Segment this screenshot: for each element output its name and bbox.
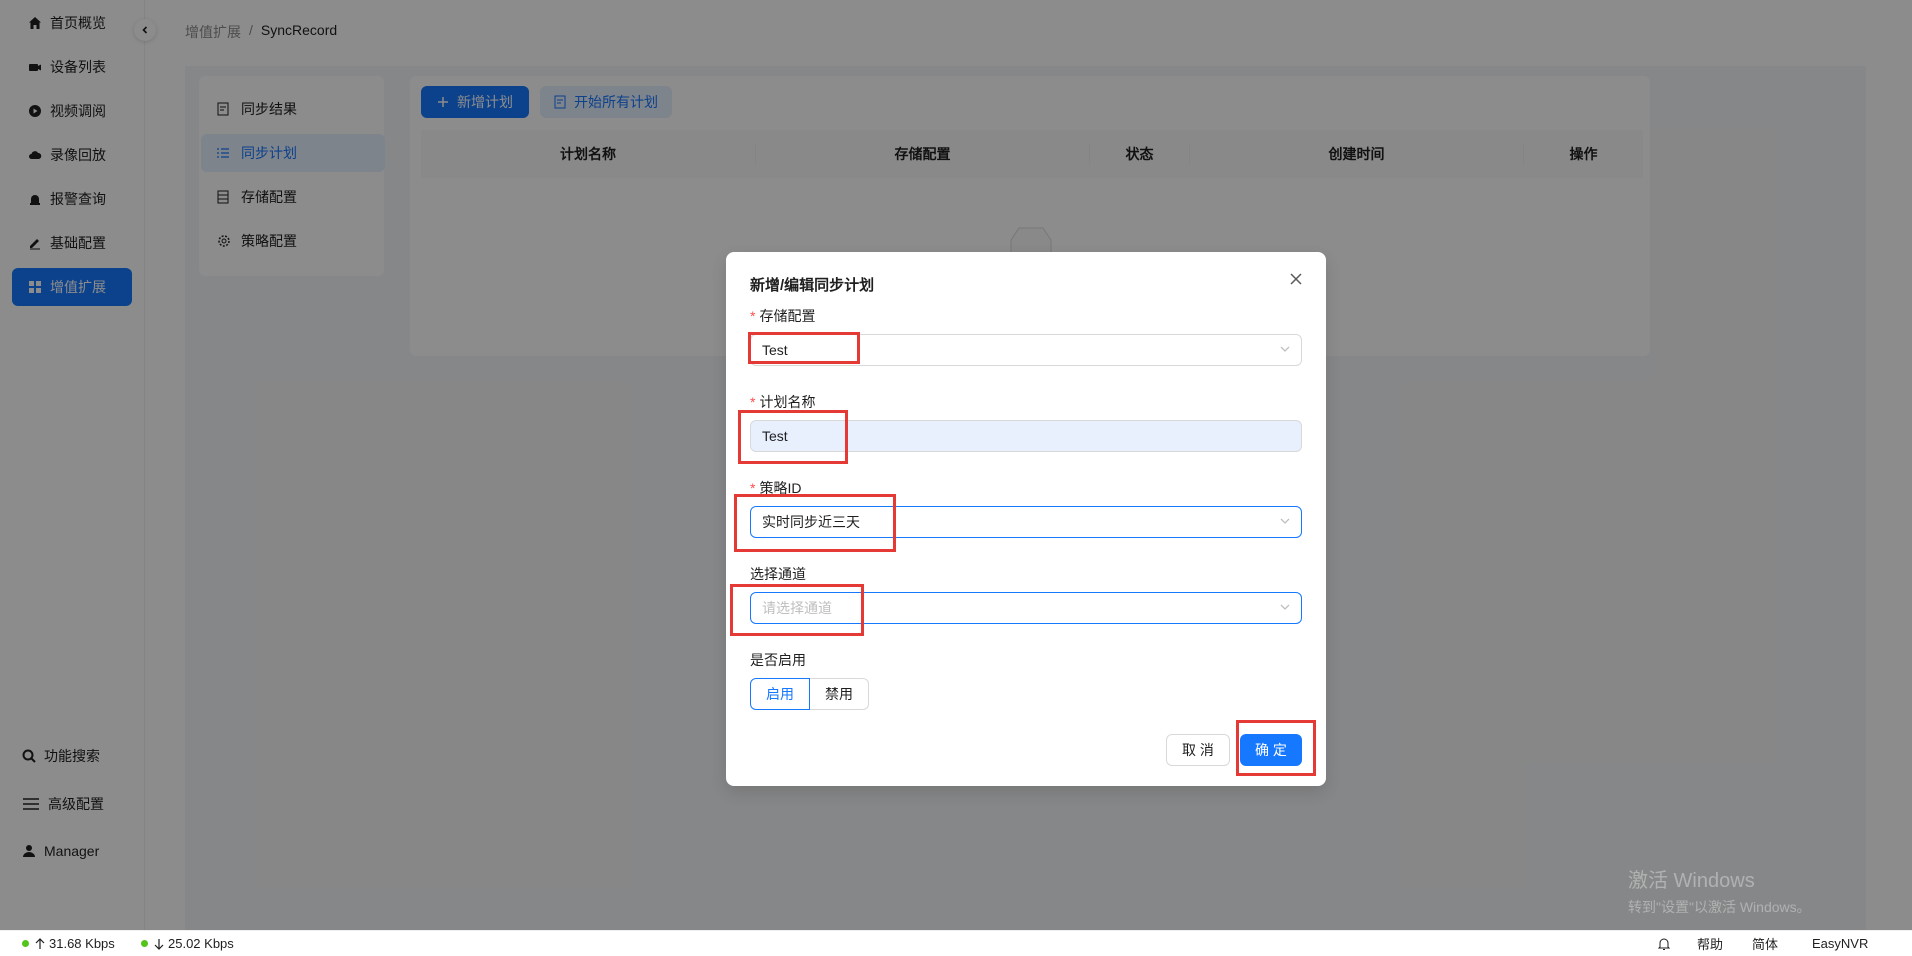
- annotation-box: [738, 410, 848, 464]
- enable-toggle: 启用 禁用: [750, 678, 869, 710]
- chevron-down-icon: [1279, 515, 1291, 527]
- close-button[interactable]: [1286, 270, 1306, 290]
- storage-config-label: * 存储配置: [750, 308, 816, 324]
- status-dot: [22, 940, 29, 947]
- status-dot: [141, 940, 148, 947]
- notification-bell[interactable]: [1658, 937, 1670, 951]
- channel-label: 选择通道: [750, 566, 806, 582]
- annotation-box: [734, 494, 896, 552]
- product-name: EasyNVR: [1812, 936, 1869, 951]
- enable-option[interactable]: 启用: [750, 678, 810, 710]
- disable-option[interactable]: 禁用: [810, 678, 869, 710]
- annotation-box: [730, 584, 864, 636]
- download-speed: 25.02 Kbps: [141, 936, 234, 951]
- dialog-title: 新增/编辑同步计划: [750, 277, 875, 294]
- close-icon: [1289, 272, 1303, 289]
- chevron-down-icon: [1279, 343, 1291, 355]
- language-switch[interactable]: 简体: [1752, 934, 1778, 953]
- status-bar: 31.68 Kbps 25.02 Kbps 帮助 简体 EasyNVR: [0, 930, 1912, 956]
- arrow-up-icon: [35, 937, 45, 950]
- enable-label: 是否启用: [750, 652, 806, 668]
- windows-activation-watermark: 激活 Windows 转到"设置"以激活 Windows。: [1628, 870, 1811, 915]
- plan-name-label: * 计划名称: [750, 394, 816, 410]
- help-link[interactable]: 帮助: [1697, 934, 1723, 953]
- cancel-button[interactable]: 取 消: [1166, 734, 1230, 766]
- bell-icon: [1658, 937, 1670, 951]
- arrow-down-icon: [154, 938, 164, 950]
- annotation-box: [748, 332, 860, 364]
- annotation-box: [1236, 720, 1316, 776]
- upload-speed: 31.68 Kbps: [22, 936, 115, 951]
- chevron-down-icon: [1279, 601, 1291, 613]
